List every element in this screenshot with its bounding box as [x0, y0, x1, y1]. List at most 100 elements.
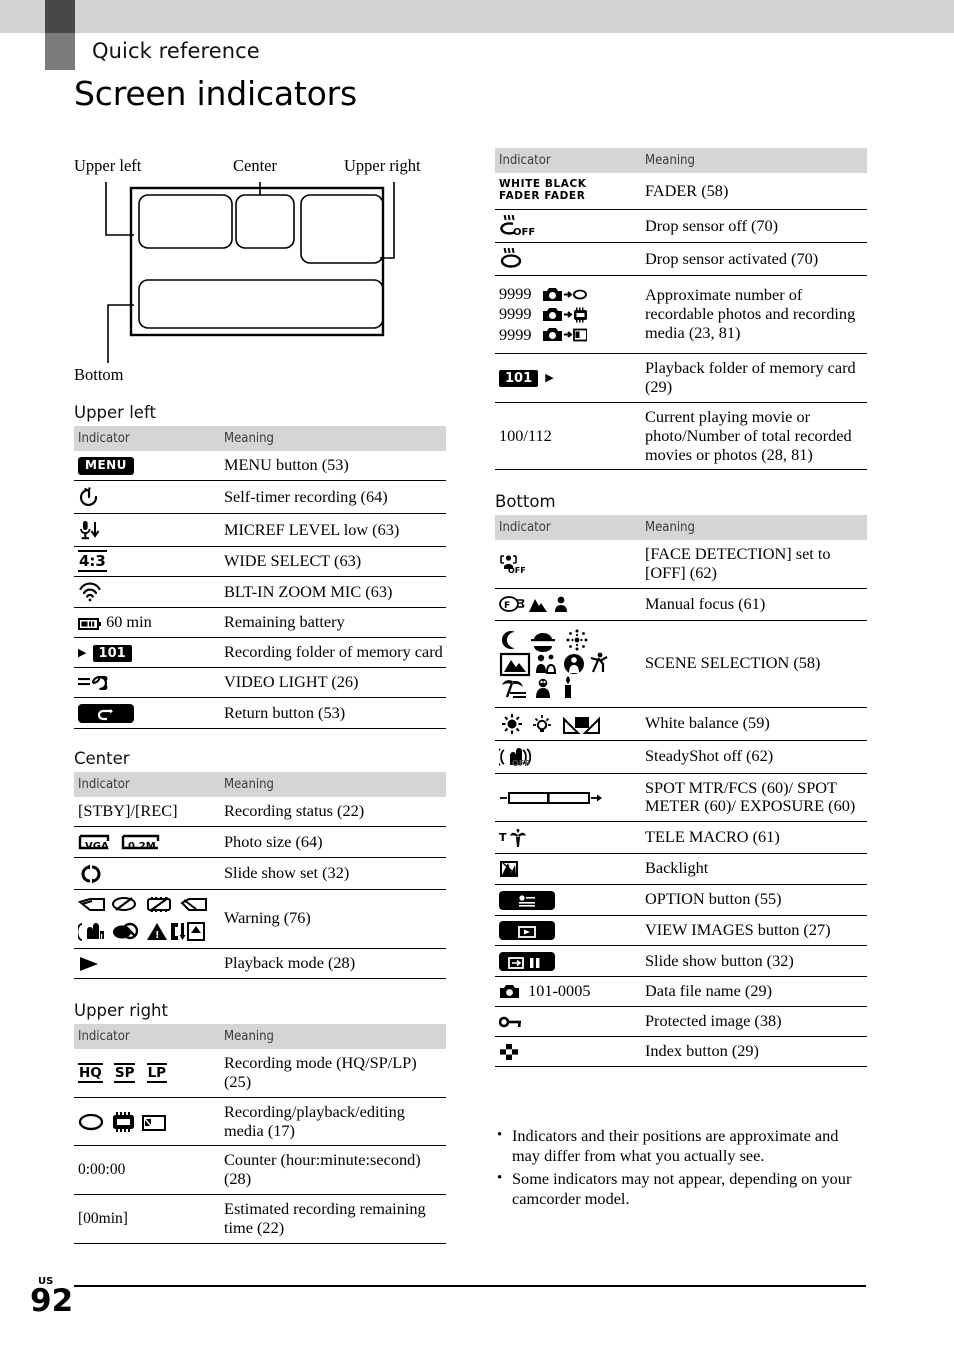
cell-indicator [495, 945, 641, 978]
header-tab-mid [45, 33, 75, 70]
menu-button-icon: MENU [78, 457, 134, 476]
outdoor-wb-icon [502, 713, 522, 734]
table-center: Indicator Meaning [STBY]/[REC] Recording… [74, 772, 446, 979]
table-row: White balance (59) [495, 707, 867, 741]
manual-focus-f-icon: F [499, 595, 525, 612]
cell-meaning: [FACE DETECTION] set to [OFF] (62) [641, 540, 867, 590]
return-button-icon [78, 704, 134, 724]
tele-macro-icon: T [499, 828, 526, 847]
screen-layout-diagram: Upper left Center Upper right Bottom [74, 156, 446, 388]
svg-text:OFF: OFF [513, 227, 535, 237]
col-header-indicator: Indicator [495, 148, 641, 173]
cell-indicator: MENU [74, 451, 220, 482]
cell-meaning: Recording/playback/editing media (17) [220, 1097, 446, 1147]
heading-center: Center [74, 749, 130, 769]
heading-upper-left: Upper left [74, 403, 156, 422]
landscape-scene-icon [499, 652, 531, 676]
playback-folder-icon: 101 [499, 370, 539, 388]
cell-meaning: Recording folder of memory card [220, 637, 446, 669]
table-row: T TELE MACRO (61) [495, 821, 867, 854]
cell-indicator [495, 853, 641, 885]
cell-meaning: Warning (76) [220, 889, 446, 949]
cell-meaning: WIDE SELECT (63) [220, 546, 446, 578]
recordable-photos-memory-row: 9999 [499, 304, 639, 324]
svg-text:!: ! [100, 933, 103, 941]
option-glyph-icon [519, 895, 535, 907]
internal-memory-icon [113, 1111, 134, 1132]
cell-meaning: TELE MACRO (61) [641, 821, 867, 854]
arrow-right-icon: ▶ [545, 372, 554, 385]
table-row: HQ SP LP Recording mode (HQ/SP/LP) (25) [74, 1048, 446, 1098]
zoom-mic-icon [79, 582, 101, 602]
col-header-meaning: Meaning [641, 148, 867, 173]
media-icons [78, 1111, 166, 1132]
table-row: 100/112 Current playing movie or photo/N… [495, 402, 867, 471]
cell-meaning: Drop sensor off (70) [641, 209, 867, 243]
cell-meaning: Approximate number of recordable photos … [641, 275, 867, 355]
slide-show-button-icon [499, 952, 555, 972]
table-row: 101 ▶ Playback folder of memory card (29… [495, 353, 867, 403]
table-row: Slide show button (32) [495, 945, 867, 978]
col-header-indicator: Indicator [74, 1023, 220, 1049]
view-images-glyph-icon [518, 925, 536, 938]
cell-indicator: WHITE BLACK FADER FADER [495, 173, 641, 210]
heading-upper-right: Upper right [74, 1000, 168, 1020]
manual-focus-icons: F [499, 595, 567, 612]
table-row: Playback mode (28) [74, 948, 446, 979]
cell-meaning: Index button (29) [641, 1036, 867, 1068]
cell-meaning: Playback folder of memory card (29) [641, 353, 867, 403]
battery-minutes: 60 min [106, 612, 152, 632]
diagram-label-bottom: Bottom [74, 365, 124, 384]
twilight-portrait-icon [536, 654, 557, 674]
diagram-label-center: Center [233, 156, 277, 175]
table-row: MICREF LEVEL low (63) [74, 513, 446, 548]
cell-indicator [74, 948, 220, 979]
table-row: F Manual focus (61) [495, 588, 867, 621]
table-row: Index button (29) [495, 1036, 867, 1068]
cell-indicator [495, 884, 641, 916]
cell-indicator [74, 697, 220, 730]
recording-folder-icon: 101 [92, 644, 132, 663]
cell-indicator [74, 480, 220, 515]
table-upper-right: Indicator Meaning HQ SP LP Recording mod… [74, 1023, 446, 1244]
table-row: MENU MENU button (53) [74, 451, 446, 482]
table-row: [STBY]/[REC] Recording status (22) [74, 797, 446, 828]
table-row: OPTION button (55) [495, 884, 867, 916]
table-row: SPOT MTR/FCS (60)/ SPOT METER (60)/ EXPO… [495, 773, 867, 823]
table-row: Recording/playback/editing media (17) [74, 1097, 446, 1147]
video-light-icon [78, 676, 108, 691]
recording-mode-hq-icon: HQ [78, 1063, 103, 1084]
table-upper-left: Indicator Meaning MENU MENU button (53) [74, 426, 446, 730]
cell-indicator [495, 915, 641, 947]
cell-indicator [74, 576, 220, 609]
data-file-name-value: 101-0005 [528, 981, 591, 1001]
cell-meaning: Drop sensor activated (70) [641, 242, 867, 276]
counter-text: 0:00:00 [74, 1145, 220, 1196]
cell-meaning: Playback mode (28) [220, 948, 446, 979]
one-push-wb-icon [563, 716, 600, 734]
sunset-icon [531, 632, 555, 652]
cell-meaning: Slide show button (32) [641, 945, 867, 978]
cell-meaning: White balance (59) [641, 707, 867, 741]
table-row: Self-timer recording (64) [74, 480, 446, 515]
warning-icons: ! ! [78, 896, 207, 941]
footer-rule [74, 1285, 866, 1287]
diagram-label-upper-right: Upper right [344, 156, 421, 175]
svg-text:OFF: OFF [508, 566, 526, 575]
cell-indicator: OFF [495, 740, 641, 774]
cell-meaning: OPTION button (55) [641, 884, 867, 916]
cell-meaning: BLT-IN ZOOM MIC (63) [220, 576, 446, 609]
diagram-graphic [105, 182, 395, 363]
photo-to-hdd-icon [542, 287, 587, 301]
col-header-meaning: Meaning [641, 515, 867, 541]
count-value: 9999 [499, 304, 532, 324]
cell-meaning: Protected image (38) [641, 1006, 867, 1037]
cell-indicator: HQ SP LP [74, 1048, 220, 1098]
cell-meaning: SteadyShot off (62) [641, 740, 867, 774]
col-header-indicator: Indicator [74, 426, 220, 451]
col-header-meaning: Meaning [220, 772, 446, 798]
micref-level-low-icon [80, 521, 100, 540]
table-row: BLT-IN ZOOM MIC (63) [74, 576, 446, 609]
table-row: Slide show set (32) [74, 857, 446, 890]
night-scene-icon [501, 630, 515, 649]
